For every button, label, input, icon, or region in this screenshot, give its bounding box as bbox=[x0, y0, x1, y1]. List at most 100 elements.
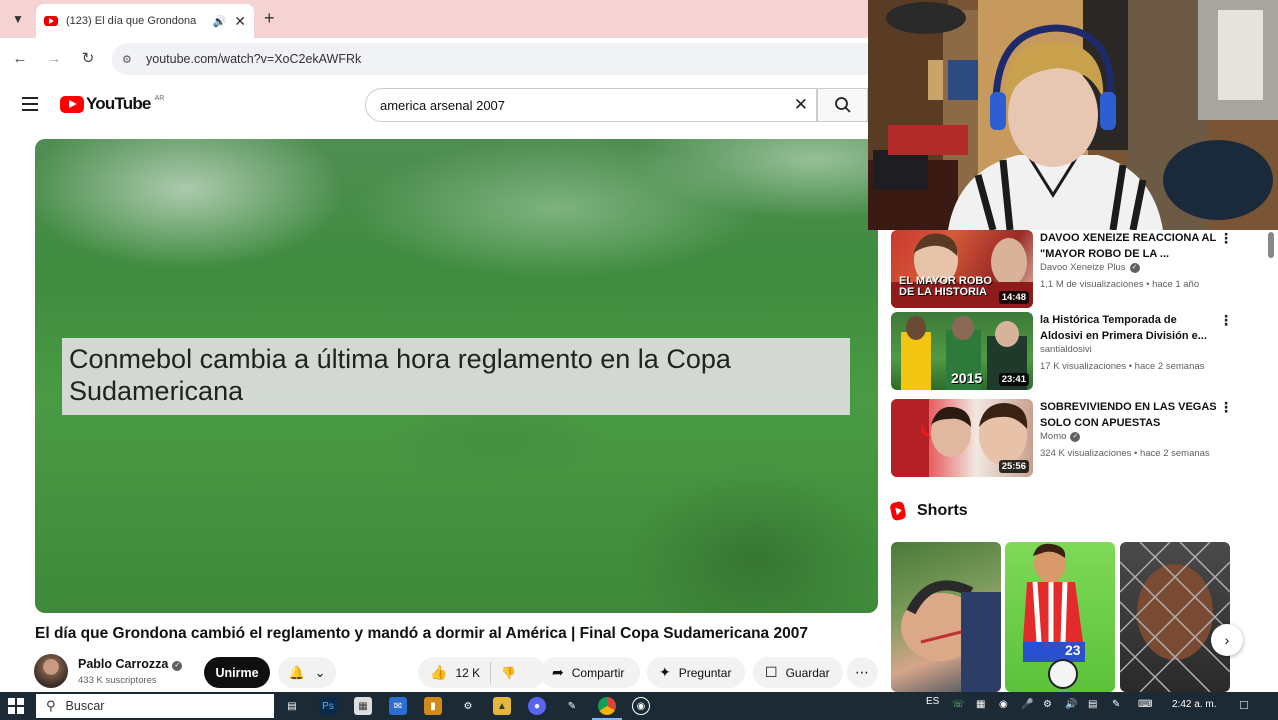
related-video-item[interactable]: EL MAYOR ROBO DE LA HISTORIA 14:48 DAVOO… bbox=[891, 230, 1271, 310]
video-thumbnail[interactable]: EL MAYOR ROBO DE LA HISTORIA 14:48 bbox=[891, 230, 1033, 308]
more-options-icon[interactable]: ⋮ bbox=[1219, 399, 1233, 416]
verified-check-icon: ✓ bbox=[172, 661, 183, 671]
discord-icon[interactable]: ● bbox=[528, 697, 546, 715]
subscriber-count: 433 K suscriptores bbox=[78, 675, 157, 686]
windows-taskbar: ⚲ Buscar ▤ Ps ▦ ✉ ▮ ⚙ ▲ ● ✎ ◉ ES ☏ ▦ ◉ 🎤… bbox=[0, 692, 1278, 720]
reload-icon[interactable]: ↻ bbox=[78, 48, 98, 68]
share-label: Compartir bbox=[571, 665, 625, 680]
join-button[interactable]: Unirme bbox=[204, 657, 270, 688]
forward-arrow-icon[interactable]: → bbox=[44, 48, 64, 68]
thumbnail-text: EL MAYOR ROBO DE LA HISTORIA bbox=[899, 275, 992, 298]
obs-icon[interactable]: ◉ bbox=[632, 697, 650, 715]
sparkle-icon: ✦ bbox=[659, 664, 671, 680]
youtube-logo[interactable]: YouTube AR bbox=[60, 94, 164, 114]
tray-app-icon[interactable]: ⚙ bbox=[1043, 699, 1052, 710]
ask-label: Preguntar bbox=[678, 665, 732, 680]
task-view-icon[interactable]: ▤ bbox=[283, 697, 301, 715]
address-bar[interactable]: ⚙ youtube.com/watch?v=XoC2ekAWFRk bbox=[112, 43, 868, 75]
whatsapp-icon[interactable]: ☏ bbox=[952, 699, 965, 710]
more-options-icon[interactable]: ⋮ bbox=[1219, 230, 1233, 247]
save-label: Guardar bbox=[785, 665, 830, 680]
webcam-scene bbox=[868, 0, 1278, 230]
video-duration: 14:48 bbox=[998, 291, 1029, 304]
search-button[interactable] bbox=[817, 88, 868, 122]
related-video-meta: 17 K visualizaciones • hace 2 semanas bbox=[1040, 361, 1205, 372]
shorts-card[interactable] bbox=[1120, 542, 1230, 692]
tray-app-icon[interactable]: ◉ bbox=[999, 699, 1008, 710]
webcam-overlay bbox=[868, 0, 1278, 230]
related-video-meta: 324 K visualizaciones • hace 2 semanas bbox=[1040, 448, 1210, 459]
video-owner-row: Pablo Carrozza ✓ 433 K suscriptores Unirm… bbox=[34, 654, 879, 690]
search-query: america arsenal 2007 bbox=[380, 97, 506, 113]
video-caption-overlay: Conmebol cambia a última hora reglamento… bbox=[62, 338, 850, 415]
chrome-icon[interactable] bbox=[592, 697, 622, 720]
clock[interactable]: 2:42 a. m. bbox=[1172, 699, 1216, 710]
dislike-icon[interactable]: 👎 bbox=[501, 666, 516, 680]
calculator-icon[interactable]: ▦ bbox=[354, 697, 372, 715]
share-icon: ➦ bbox=[552, 664, 564, 680]
volume-icon[interactable]: 🔊 bbox=[1065, 699, 1077, 710]
steam-icon[interactable]: ⚙ bbox=[459, 697, 477, 715]
photoshop-icon[interactable]: Ps bbox=[319, 697, 337, 715]
site-info-icon[interactable]: ⚙ bbox=[122, 53, 136, 66]
youtube-favicon-icon bbox=[44, 16, 58, 26]
language-indicator[interactable]: ES bbox=[926, 696, 939, 707]
browser-tab-youtube[interactable]: (123) El día que Grondona 🔊 ✕ bbox=[36, 4, 254, 38]
app-icon[interactable]: ▮ bbox=[424, 697, 442, 715]
related-video-channel[interactable]: Momo ✓ bbox=[1040, 431, 1081, 442]
shorts-next-button[interactable]: › bbox=[1211, 624, 1243, 656]
ask-button[interactable]: ✦ Preguntar bbox=[647, 657, 745, 688]
shorts-thumbnail-art bbox=[901, 580, 1001, 692]
microphone-icon[interactable]: 🎤 bbox=[1021, 699, 1033, 710]
new-tab-button[interactable]: + bbox=[264, 8, 275, 29]
country-code: AR bbox=[154, 94, 165, 102]
shorts-heading: Shorts bbox=[889, 500, 968, 522]
like-count[interactable]: 12 K bbox=[455, 666, 480, 680]
search-icon bbox=[834, 97, 851, 113]
browser-toolbar: ← → ↻ ⚙ youtube.com/watch?v=XoC2ekAWFRk bbox=[0, 38, 868, 80]
related-video-item[interactable]: 25:56 SOBREVIVIENDO EN LAS VEGAS SOLO CO… bbox=[891, 399, 1271, 479]
video-thumbnail[interactable]: 25:56 bbox=[891, 399, 1033, 477]
search-icon: ⚲ bbox=[46, 698, 56, 713]
share-button[interactable]: ➦ Compartir bbox=[540, 657, 640, 688]
shorts-card[interactable]: 23 bbox=[1005, 542, 1115, 692]
video-player[interactable]: Conmebol cambia a última hora reglamento… bbox=[35, 139, 878, 613]
menu-icon[interactable] bbox=[22, 97, 38, 111]
shorts-card[interactable] bbox=[891, 542, 1001, 692]
related-video-item[interactable]: 2015 23:41 la Histórica Temporada de Ald… bbox=[891, 312, 1271, 392]
pen-icon[interactable]: ✎ bbox=[1112, 699, 1120, 710]
chevron-down-icon: ⌄ bbox=[314, 664, 326, 680]
video-thumbnail[interactable]: 2015 23:41 bbox=[891, 312, 1033, 390]
keyboard-icon[interactable]: ⌨ bbox=[1138, 699, 1152, 710]
shorts-logo-icon bbox=[889, 500, 907, 522]
channel-name[interactable]: Pablo Carrozza ✓ bbox=[78, 657, 183, 671]
related-video-channel[interactable]: Davoo Xeneize Plus ✓ bbox=[1040, 262, 1140, 273]
related-video-title[interactable]: SOBREVIVIENDO EN LAS VEGAS SOLO CON APUE… bbox=[1040, 399, 1220, 431]
more-actions-button[interactable]: ⋯ bbox=[847, 657, 878, 688]
back-arrow-icon[interactable]: ← bbox=[10, 48, 30, 68]
subscription-bell-button[interactable]: 🔔 ⌄ bbox=[278, 657, 336, 688]
windows-start-icon[interactable] bbox=[8, 698, 24, 714]
outlook-icon[interactable]: ✉ bbox=[389, 697, 407, 715]
file-explorer-icon[interactable]: ▲ bbox=[493, 697, 511, 715]
related-video-channel[interactable]: santialdosivi bbox=[1040, 344, 1092, 355]
taskbar-search-input[interactable]: ⚲ Buscar bbox=[36, 694, 274, 718]
tab-search-chevron-icon[interactable]: ▼ bbox=[6, 8, 30, 30]
like-dislike-group: 👍 12 K 👎 bbox=[418, 657, 546, 688]
clear-search-icon[interactable]: ✕ bbox=[794, 95, 808, 115]
more-options-icon[interactable]: ⋮ bbox=[1219, 312, 1233, 329]
network-icon[interactable]: ▤ bbox=[1088, 699, 1097, 710]
close-tab-icon[interactable]: ✕ bbox=[234, 13, 246, 30]
edit-app-icon[interactable]: ✎ bbox=[563, 697, 581, 715]
youtube-header: YouTube AR america arsenal 2007 ✕ bbox=[0, 80, 868, 130]
channel-avatar[interactable] bbox=[34, 654, 68, 688]
notifications-icon[interactable]: □ bbox=[1240, 697, 1248, 712]
search-input[interactable]: america arsenal 2007 ✕ bbox=[365, 88, 817, 122]
related-video-title[interactable]: DAVOO XENEIZE REACCIONA AL "MAYOR ROBO D… bbox=[1040, 230, 1220, 262]
speaker-icon[interactable]: 🔊 bbox=[213, 15, 227, 28]
related-video-title[interactable]: la Histórica Temporada de Aldosivi en Pr… bbox=[1040, 312, 1220, 344]
save-button[interactable]: ☐ Guardar bbox=[753, 657, 843, 688]
tray-app-icon[interactable]: ▦ bbox=[976, 699, 985, 710]
like-icon[interactable]: 👍 bbox=[430, 664, 447, 681]
video-duration: 25:56 bbox=[998, 460, 1029, 473]
